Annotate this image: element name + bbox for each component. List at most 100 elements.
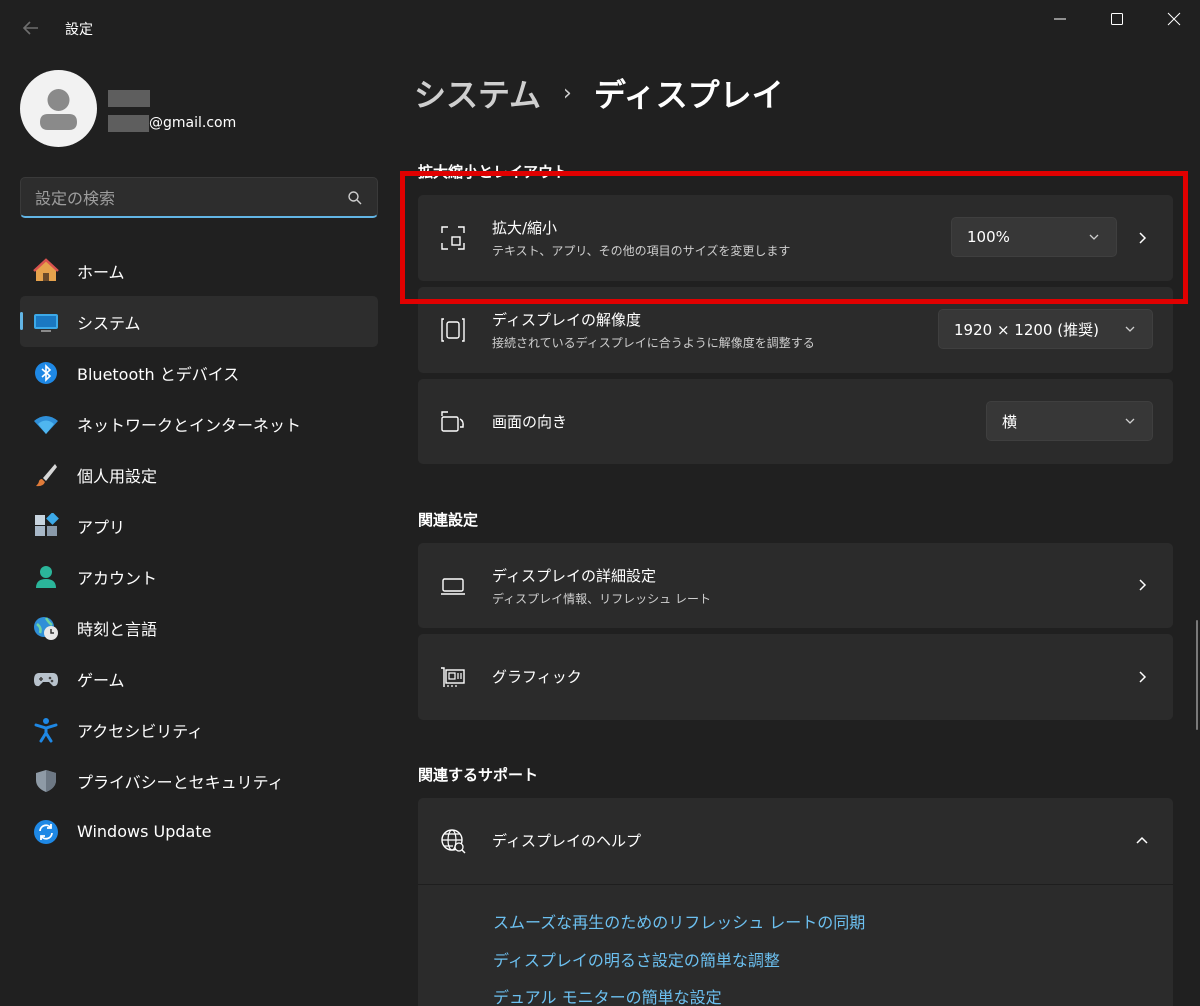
person-icon — [40, 89, 77, 130]
sidebar-item-home[interactable]: ホーム — [20, 245, 378, 296]
system-icon — [32, 308, 60, 336]
close-button[interactable] — [1152, 6, 1196, 32]
sidebar-item-label: アクセシビリティ — [77, 721, 204, 741]
chevron-right-icon — [1139, 671, 1147, 683]
help-link[interactable]: スムーズな再生のためのリフレッシュ レートの同期 — [493, 909, 865, 933]
section-title-related-settings: 関連設定 — [418, 511, 479, 529]
user-email: @gmail.com — [108, 113, 236, 133]
globe-help-icon — [440, 828, 466, 854]
orientation-title: 画面の向き — [492, 413, 568, 431]
sidebar-item-personalization[interactable]: 個人用設定 — [20, 449, 378, 500]
sidebar-item-label: ホーム — [77, 262, 125, 282]
scale-subtitle: テキスト、アプリ、その他の項目のサイズを変更します — [492, 244, 791, 258]
time-language-icon — [32, 614, 60, 642]
breadcrumb: システム › ディスプレイ — [414, 70, 784, 116]
sidebar-item-system[interactable]: システム — [20, 296, 378, 347]
advanced-display-title: ディスプレイの詳細設定 — [492, 567, 656, 585]
monitor-icon — [440, 573, 466, 599]
chevron-down-icon — [1125, 418, 1135, 424]
user-name-redacted — [108, 90, 150, 107]
shield-icon — [32, 767, 60, 795]
brush-icon — [32, 461, 60, 489]
app-title: 設定 — [65, 22, 93, 38]
search-box[interactable] — [20, 177, 378, 218]
scale-value: 100% — [967, 228, 1010, 246]
help-link[interactable]: ディスプレイの明るさ設定の簡単な調整 — [493, 947, 780, 971]
email-redacted — [108, 114, 149, 132]
sidebar-item-label: プライバシーとセキュリティ — [77, 772, 284, 792]
sidebar-item-label: Bluetooth とデバイス — [77, 364, 240, 384]
arrow-left-icon — [22, 21, 38, 35]
chevron-down-icon — [1125, 326, 1135, 332]
sidebar-item-windows-update[interactable]: Windows Update — [20, 806, 378, 857]
sidebar-item-apps[interactable]: アプリ — [20, 500, 378, 551]
resolution-card: ディスプレイの解像度 接続されているディスプレイに合うように解像度を調整する 1… — [418, 287, 1173, 373]
sidebar-item-label: 個人用設定 — [77, 466, 158, 486]
orientation-icon — [440, 409, 466, 435]
scale-dropdown[interactable]: 100% — [951, 217, 1117, 257]
display-help-header[interactable]: ディスプレイのヘルプ — [418, 798, 1173, 884]
resolution-subtitle: 接続されているディスプレイに合うように解像度を調整する — [492, 336, 815, 350]
maximize-icon — [1111, 13, 1123, 25]
sidebar-item-label: アカウント — [77, 568, 158, 588]
advanced-display-subtitle: ディスプレイ情報、リフレッシュ レート — [492, 592, 711, 606]
sidebar-nav: ホーム システム Bluetooth とデバイス ネットワークとインターネット … — [20, 245, 378, 857]
resolution-dropdown[interactable]: 1920 × 1200 (推奨) — [938, 309, 1153, 349]
orientation-value: 横 — [1002, 412, 1018, 431]
chevron-up-icon[interactable] — [1135, 834, 1149, 848]
sidebar-item-label: ネットワークとインターネット — [77, 415, 302, 435]
update-icon — [32, 818, 60, 846]
orientation-dropdown[interactable]: 横 — [986, 401, 1153, 441]
resolution-title: ディスプレイの解像度 — [492, 311, 641, 329]
back-button[interactable] — [20, 17, 42, 39]
gamepad-icon — [32, 665, 60, 693]
graphics-title: グラフィック — [492, 668, 582, 686]
sidebar-item-label: Windows Update — [77, 822, 212, 841]
breadcrumb-separator: › — [563, 80, 572, 106]
resolution-value: 1920 × 1200 (推奨) — [954, 320, 1099, 339]
avatar[interactable] — [20, 70, 97, 147]
section-title-related-support: 関連するサポート — [418, 766, 539, 784]
sidebar-item-gaming[interactable]: ゲーム — [20, 653, 378, 704]
advanced-display-card[interactable]: ディスプレイの詳細設定 ディスプレイ情報、リフレッシュ レート — [418, 543, 1173, 628]
sidebar-item-privacy[interactable]: プライバシーとセキュリティ — [20, 755, 378, 806]
section-title-scale-layout: 拡大縮小とレイアウト — [418, 163, 569, 181]
scrollbar[interactable] — [1196, 620, 1198, 730]
email-suffix: @gmail.com — [149, 115, 237, 131]
graphics-card[interactable]: グラフィック — [418, 634, 1173, 720]
display-help-links: スムーズな再生のためのリフレッシュ レートの同期 ディスプレイの明るさ設定の簡単… — [418, 884, 1173, 1006]
chevron-right-icon[interactable] — [1135, 231, 1149, 245]
home-icon — [32, 257, 60, 285]
breadcrumb-parent[interactable]: システム — [414, 70, 541, 116]
wifi-icon — [32, 410, 60, 438]
maximize-button[interactable] — [1095, 6, 1139, 32]
scale-card[interactable]: 拡大/縮小 テキスト、アプリ、その他の項目のサイズを変更します 100% — [418, 195, 1173, 281]
sidebar-item-network[interactable]: ネットワークとインターネット — [20, 398, 378, 449]
help-link[interactable]: デュアル モニターの簡単な設定 — [493, 984, 722, 1006]
close-icon — [1167, 12, 1181, 26]
chevron-right-icon — [1139, 579, 1147, 591]
graphics-card-icon — [440, 664, 466, 690]
sidebar-item-accessibility[interactable]: アクセシビリティ — [20, 704, 378, 755]
scale-title: 拡大/縮小 — [492, 219, 558, 237]
minimize-icon — [1054, 18, 1066, 20]
orientation-card: 画面の向き 横 — [418, 379, 1173, 464]
sidebar-item-label: 時刻と言語 — [77, 619, 158, 639]
display-help-title: ディスプレイのヘルプ — [492, 832, 641, 850]
search-input[interactable] — [35, 187, 325, 209]
search-icon[interactable] — [347, 190, 363, 206]
sidebar-item-label: システム — [77, 313, 141, 333]
chevron-down-icon — [1089, 234, 1099, 240]
sidebar-item-bluetooth[interactable]: Bluetooth とデバイス — [20, 347, 378, 398]
sidebar-item-label: アプリ — [77, 517, 126, 537]
bluetooth-icon — [32, 359, 60, 387]
accessibility-icon — [32, 716, 60, 744]
sidebar-item-time-language[interactable]: 時刻と言語 — [20, 602, 378, 653]
scale-icon — [440, 225, 466, 251]
sidebar-item-accounts[interactable]: アカウント — [20, 551, 378, 602]
minimize-button[interactable] — [1038, 6, 1082, 32]
resolution-icon — [440, 317, 466, 343]
apps-icon — [32, 512, 60, 540]
page-title: ディスプレイ — [593, 76, 784, 114]
sidebar-item-label: ゲーム — [77, 670, 125, 690]
